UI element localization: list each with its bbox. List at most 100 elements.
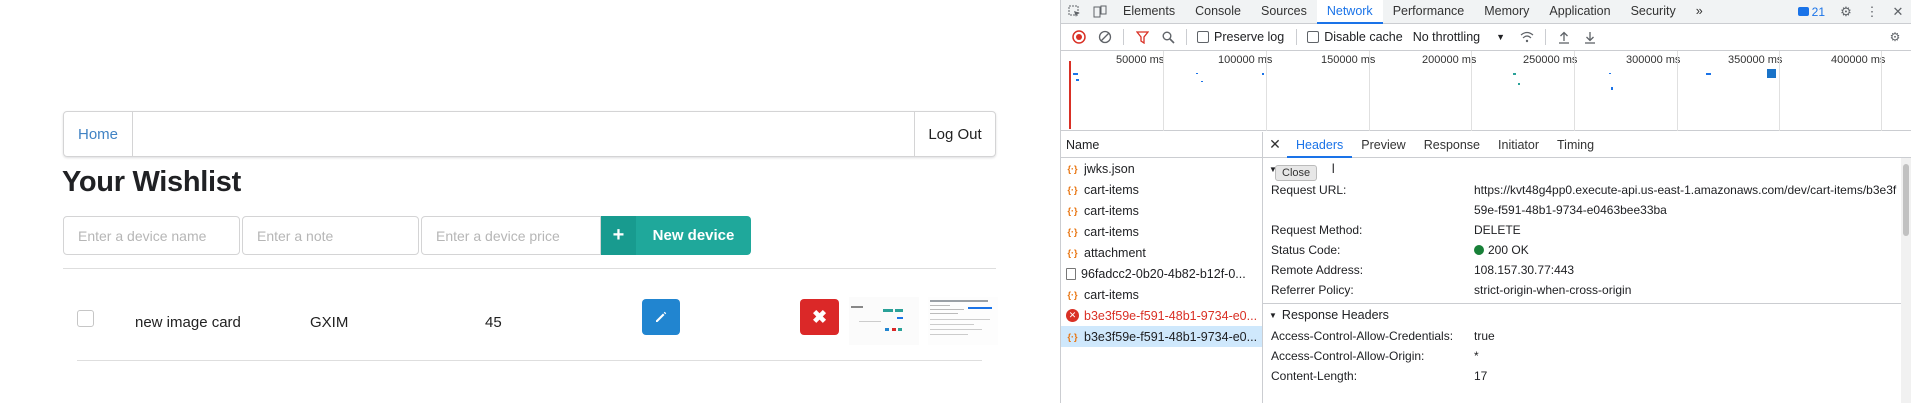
checkbox-box	[1307, 31, 1320, 43]
header-key: Access-Control-Allow-Origin:	[1271, 349, 1425, 363]
request-name: b3e3f59e-f591-48b1-9734-e0...	[1084, 308, 1258, 323]
header-value: DELETE	[1474, 223, 1521, 237]
timeline-gridline	[1574, 51, 1575, 131]
device-note-input[interactable]	[242, 216, 419, 255]
tab-timing[interactable]: Timing	[1548, 132, 1603, 158]
tab-sources[interactable]: Sources	[1251, 0, 1317, 24]
disable-cache-checkbox[interactable]: Disable cache	[1307, 30, 1403, 44]
device-name-input[interactable]	[63, 216, 240, 255]
header-key: Access-Control-Allow-Credentials:	[1271, 329, 1454, 343]
request-name: cart-items	[1084, 224, 1139, 239]
header-value: https://kvt48g4pp0.execute-api.us-east-1…	[1474, 183, 1897, 217]
network-overview-timeline[interactable]: 50000 ms 100000 ms 150000 ms 200000 ms 2…	[1061, 51, 1911, 131]
close-devtools-icon[interactable]: ✕	[1885, 0, 1911, 24]
more-tabs-button[interactable]: »	[1686, 0, 1713, 24]
throttling-select[interactable]: No throttling ▼	[1413, 30, 1505, 44]
tab-memory[interactable]: Memory	[1474, 0, 1539, 24]
timeline-request-bar	[1609, 73, 1611, 74]
request-row[interactable]: 96fadcc2-0b20-4b82-b12f-0...	[1061, 263, 1262, 284]
tab-security[interactable]: Security	[1621, 0, 1686, 24]
timeline-request-bar	[1706, 73, 1711, 75]
tab-application[interactable]: Application	[1539, 0, 1620, 24]
device-price-input[interactable]	[421, 216, 601, 255]
import-har-icon[interactable]	[1552, 25, 1576, 49]
xhr-icon: {·}	[1067, 184, 1078, 195]
attachment-thumbnail[interactable]	[928, 297, 998, 345]
network-settings-gear-icon[interactable]: ⚙	[1883, 25, 1907, 49]
request-row[interactable]: {·} cart-items	[1061, 200, 1262, 221]
search-icon[interactable]	[1156, 25, 1180, 49]
thumbnail-image	[928, 297, 998, 345]
tab-console[interactable]: Console	[1185, 0, 1251, 24]
request-row[interactable]: {·} jwks.json	[1061, 158, 1262, 179]
timeline-request-bar	[1196, 73, 1198, 74]
preserve-log-label: Preserve log	[1214, 30, 1285, 44]
tab-performance[interactable]: Performance	[1383, 0, 1475, 24]
item-done-checkbox[interactable]	[77, 310, 94, 327]
nav-home-link[interactable]: Home	[64, 112, 133, 156]
issues-badge[interactable]: 21	[1790, 5, 1833, 19]
name-column-header[interactable]: Name	[1061, 132, 1262, 158]
request-name: cart-items	[1084, 182, 1139, 197]
clear-icon[interactable]	[1093, 25, 1117, 49]
status-code-value: 200 OK	[1474, 240, 1911, 260]
header-row: Request URL: https://kvt48g4pp0.execute-…	[1263, 180, 1911, 220]
request-row[interactable]: {·} cart-items	[1061, 221, 1262, 242]
close-icon: ✖	[811, 306, 828, 327]
timeline-label: 300000 ms	[1626, 54, 1681, 66]
item-price: 45	[485, 314, 502, 331]
document-icon	[1066, 267, 1076, 280]
xhr-icon: {·}	[1067, 163, 1078, 174]
timeline-gridline	[1266, 51, 1267, 131]
export-har-icon[interactable]	[1578, 25, 1602, 49]
filter-icon[interactable]	[1130, 25, 1154, 49]
tab-headers[interactable]: Headers	[1287, 132, 1353, 158]
tab-network[interactable]: Network	[1316, 0, 1383, 24]
header-value: 17	[1474, 369, 1488, 383]
wishlist-item: new image card GXIM 45 ✖	[63, 285, 998, 350]
request-row-selected[interactable]: {·} b3e3f59e-f591-48b1-9734-e0...	[1061, 326, 1262, 347]
request-row-error[interactable]: ✕ b3e3f59e-f591-48b1-9734-e0...	[1061, 305, 1262, 326]
network-lower-area: Name {·} jwks.json {·} cart-items {·} ca…	[1061, 132, 1911, 403]
network-toolbar: Preserve log Disable cache No throttling…	[1061, 24, 1911, 51]
new-device-button[interactable]: + New device	[601, 216, 751, 255]
devtools-tab-bar: Elements Console Sources Network Perform…	[1061, 0, 1911, 24]
header-row: Request Method: DELETE	[1263, 220, 1911, 240]
request-name: attachment	[1084, 245, 1146, 260]
request-row[interactable]: {·} attachment	[1061, 242, 1262, 263]
preserve-log-checkbox[interactable]: Preserve log	[1197, 30, 1284, 44]
network-conditions-icon[interactable]	[1515, 25, 1539, 49]
toolbar-separator	[1123, 29, 1124, 45]
timeline-label: 150000 ms	[1321, 54, 1376, 66]
delete-item-button[interactable]: ✖	[800, 299, 839, 335]
inspect-element-icon[interactable]	[1061, 0, 1087, 24]
xhr-icon: {·}	[1067, 226, 1078, 237]
xhr-icon: {·}	[1067, 331, 1078, 342]
scrollbar-thumb[interactable]	[1903, 164, 1909, 236]
logout-button[interactable]: Log Out	[914, 112, 995, 156]
close-details-icon[interactable]: ✕	[1263, 136, 1287, 153]
record-stop-icon[interactable]	[1067, 25, 1091, 49]
edit-item-button[interactable]	[642, 299, 680, 335]
row-divider	[77, 360, 982, 361]
details-scrollbar[interactable]	[1901, 158, 1911, 403]
request-details: ✕ Headers Preview Response Initiator Tim…	[1263, 132, 1911, 403]
gear-icon[interactable]: ⚙	[1833, 0, 1859, 24]
attachment-thumbnail[interactable]	[849, 297, 919, 345]
issues-count: 21	[1811, 4, 1825, 19]
tab-elements[interactable]: Elements	[1113, 0, 1185, 24]
timeline-request-bar	[1518, 83, 1520, 85]
response-headers-section-header[interactable]: ▼ Response Headers	[1263, 304, 1911, 326]
header-row: Access-Control-Allow-Credentials: true	[1263, 326, 1911, 346]
header-value: 108.157.30.77:443	[1474, 263, 1575, 277]
kebab-menu-icon[interactable]: ⋮	[1859, 0, 1885, 24]
request-row[interactable]: {·} cart-items	[1061, 284, 1262, 305]
tab-response[interactable]: Response	[1415, 132, 1489, 158]
general-section-header[interactable]: ▼ l	[1263, 158, 1911, 180]
request-row[interactable]: {·} cart-items	[1061, 179, 1262, 200]
throttling-value: No throttling	[1412, 30, 1481, 44]
tab-initiator[interactable]: Initiator	[1489, 132, 1548, 158]
device-toolbar-icon[interactable]	[1087, 0, 1113, 24]
request-name: cart-items	[1084, 287, 1139, 302]
tab-preview[interactable]: Preview	[1352, 132, 1414, 158]
